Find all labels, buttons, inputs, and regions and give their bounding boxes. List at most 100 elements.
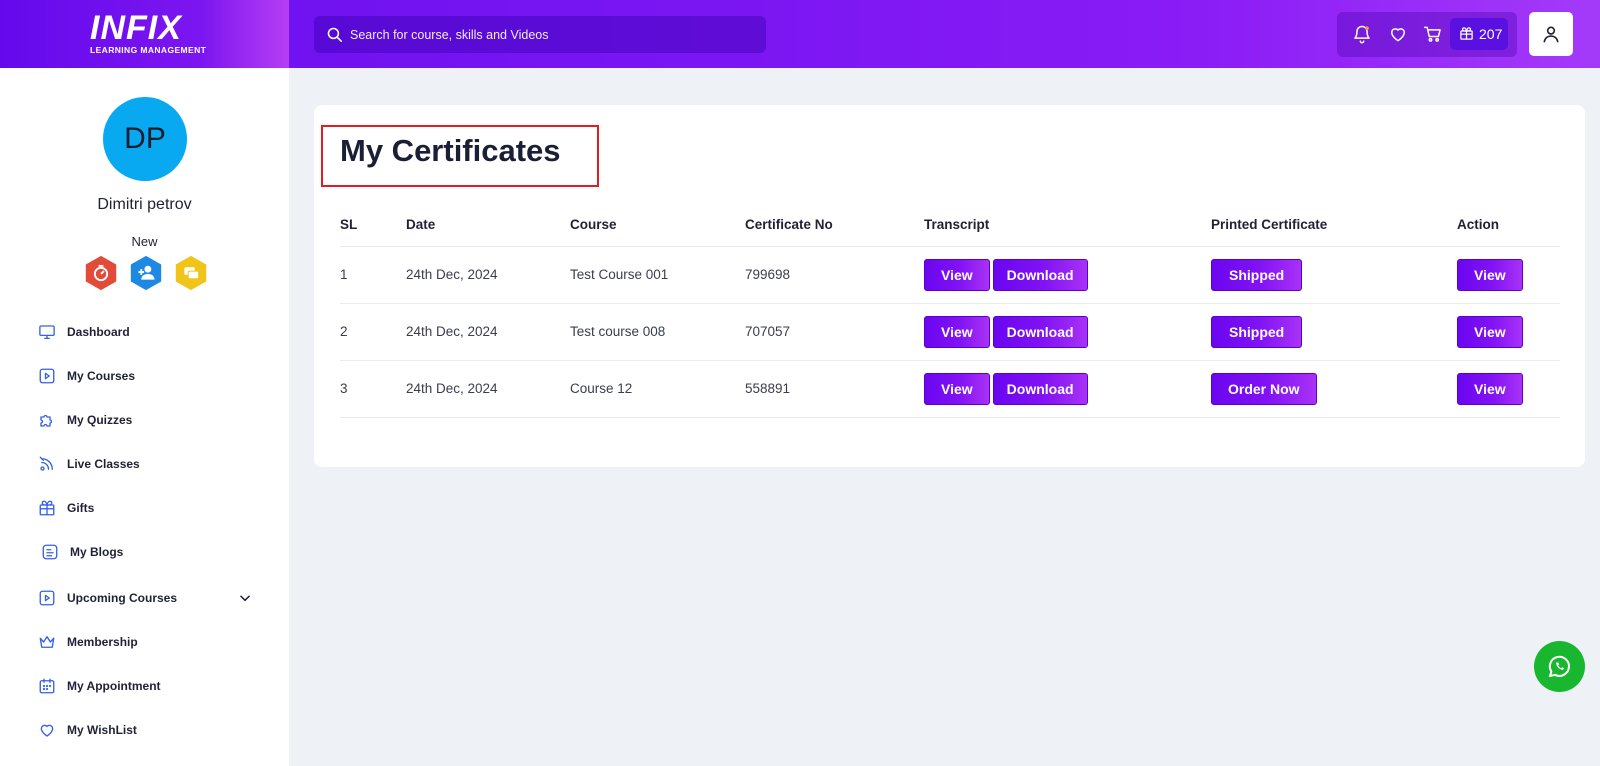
cell-date: 24th Dec, 2024	[406, 246, 570, 304]
sidebar-item-upcoming-courses[interactable]: Upcoming Courses	[38, 584, 258, 612]
sidebar-item-label: Live Classes	[67, 457, 140, 471]
sidebar-item-label: My Appointment	[67, 679, 161, 693]
sidebar-item-label: Upcoming Courses	[67, 591, 178, 605]
sidebar-item-label: Membership	[67, 635, 138, 649]
sidebar-item-label: My Blogs	[70, 545, 124, 559]
blog-icon	[42, 544, 58, 560]
transcript-download-button[interactable]: Download	[992, 315, 1088, 348]
cell-course: Course 12	[570, 360, 745, 418]
sidebar-item-membership[interactable]: Membership	[38, 628, 258, 656]
profile-button[interactable]	[1529, 12, 1573, 56]
avatar[interactable]: DP	[103, 97, 187, 181]
puzzle-icon	[40, 414, 53, 427]
action-view-button[interactable]: View	[1457, 258, 1523, 291]
cell-transcript: View Download	[924, 303, 1211, 361]
table-row: 3 24th Dec, 2024 Course 12 558891 View Do…	[340, 360, 1560, 418]
sidebar: DP Dimitri petrov New Dashboard My Cours…	[0, 68, 289, 766]
sidebar-item-gifts[interactable]: Gifts	[38, 494, 258, 522]
sidebar-item-dashboard[interactable]: Dashboard	[38, 318, 258, 346]
transcript-view-button[interactable]: View	[924, 372, 990, 405]
gift-points-button[interactable]: 207	[1450, 18, 1508, 50]
sidebar-item-my-blogs[interactable]: My Blogs	[41, 538, 261, 566]
logo[interactable]: INFIX LEARNING MANAGEMENT	[90, 9, 207, 55]
cell-certificate-no: 558891	[745, 360, 924, 418]
badge-row	[82, 254, 212, 294]
logo-tagline: LEARNING MANAGEMENT	[90, 45, 207, 55]
order-now-button[interactable]: Order Now	[1211, 372, 1317, 405]
transcript-view-button[interactable]: View	[924, 258, 990, 291]
gift-points-count: 207	[1479, 26, 1503, 42]
cell-transcript: View Download	[924, 246, 1211, 304]
sidebar-item-my-quizzes[interactable]: My Quizzes	[38, 406, 258, 434]
transcript-view-button[interactable]: View	[924, 315, 990, 348]
column-header-course: Course	[570, 204, 745, 247]
monitor-icon	[39, 325, 55, 340]
top-header: INFIX LEARNING MANAGEMENT 207	[0, 0, 1600, 68]
sidebar-item-my-wishlist[interactable]: My WishList	[38, 716, 258, 744]
cell-sl: 1	[340, 246, 406, 304]
logo-brand: INFIX	[90, 9, 182, 47]
certificates-table: SL Date Course Certificate No Transcript…	[340, 204, 1560, 418]
sidebar-item-my-courses[interactable]: My Courses	[38, 362, 258, 390]
heart-icon	[40, 724, 54, 737]
sidebar-item-label: My Quizzes	[67, 413, 133, 427]
chat-badge-icon[interactable]	[172, 254, 210, 292]
cell-course: Test Course 001	[570, 246, 745, 304]
whatsapp-button[interactable]	[1534, 641, 1585, 692]
add-user-badge-icon[interactable]	[127, 254, 165, 292]
shipped-button[interactable]: Shipped	[1211, 315, 1303, 348]
cell-certificate-no: 799698	[745, 246, 924, 304]
shipped-button[interactable]: Shipped	[1211, 258, 1303, 291]
heart-icon[interactable]	[1388, 24, 1408, 44]
column-header-transcript: Transcript	[924, 204, 1211, 247]
column-header-certificate-no: Certificate No	[745, 204, 924, 247]
search-input[interactable]	[350, 16, 750, 53]
action-view-button[interactable]: View	[1457, 315, 1523, 348]
user-icon	[1543, 26, 1559, 43]
cell-action: View	[1457, 303, 1560, 361]
search-icon	[327, 27, 343, 43]
cell-date: 24th Dec, 2024	[406, 303, 570, 361]
whatsapp-icon	[1548, 655, 1570, 678]
sidebar-item-label: Gifts	[67, 501, 95, 515]
table-header-row: SL Date Course Certificate No Transcript…	[340, 204, 1560, 247]
cell-date: 24th Dec, 2024	[406, 360, 570, 418]
cell-printed-certificate: Shipped	[1211, 246, 1457, 304]
action-view-button[interactable]: View	[1457, 372, 1523, 405]
bell-icon[interactable]	[1352, 24, 1372, 44]
cart-icon[interactable]	[1423, 24, 1443, 44]
cell-action: View	[1457, 360, 1560, 418]
satellite-icon	[39, 456, 53, 471]
column-header-date: Date	[406, 204, 570, 247]
table-row: 2 24th Dec, 2024 Test course 008 707057 …	[340, 303, 1560, 361]
column-header-sl: SL	[340, 204, 406, 247]
cell-certificate-no: 707057	[745, 303, 924, 361]
cell-sl: 2	[340, 303, 406, 361]
chevron-down-icon[interactable]	[238, 591, 252, 605]
transcript-download-button[interactable]: Download	[992, 372, 1088, 405]
logo-area: INFIX LEARNING MANAGEMENT	[0, 0, 289, 68]
header-icon-group: 207	[1337, 12, 1517, 57]
crown-icon	[39, 636, 55, 648]
sidebar-item-label: Dashboard	[67, 325, 130, 339]
play-square-icon	[39, 368, 55, 384]
sidebar-item-my-appointment[interactable]: My Appointment	[38, 672, 258, 700]
calendar-icon	[39, 678, 55, 694]
sidebar-item-label: My Courses	[67, 369, 136, 383]
cell-action: View	[1457, 246, 1560, 304]
cell-course: Test course 008	[570, 303, 745, 361]
sidebar-item-label: My WishList	[67, 723, 137, 737]
cell-printed-certificate: Shipped	[1211, 303, 1457, 361]
gift-icon	[39, 500, 55, 516]
gift-icon	[1460, 27, 1473, 40]
user-name: Dimitri petrov	[97, 196, 192, 213]
sidebar-item-live-classes[interactable]: Live Classes	[38, 450, 258, 478]
column-header-printed-certificate: Printed Certificate	[1211, 204, 1457, 247]
transcript-download-button[interactable]: Download	[992, 258, 1088, 291]
certificates-card: My Certificates SL Date Course Certifica…	[314, 105, 1585, 467]
page-title: My Certificates	[340, 133, 561, 168]
play-square-icon	[39, 590, 55, 606]
cell-sl: 3	[340, 360, 406, 418]
timer-badge-icon[interactable]	[82, 254, 120, 292]
search-bar[interactable]	[314, 16, 766, 53]
